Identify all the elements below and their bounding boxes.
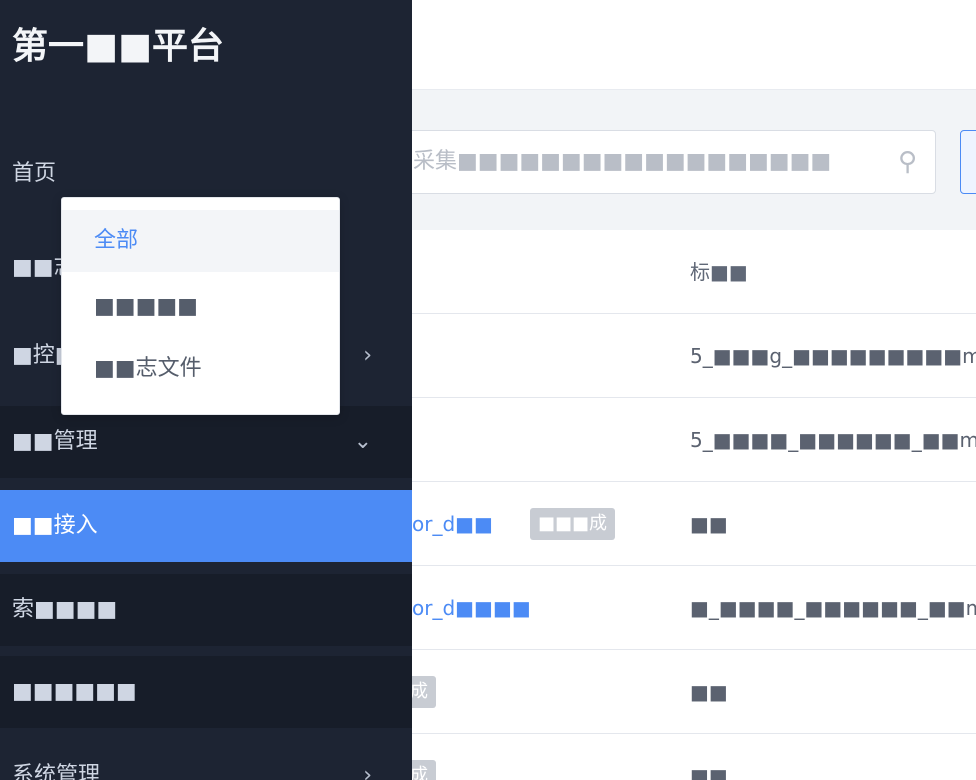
table-row[interactable]: 5_■■■■_■■■■■■_■■mo7	[412, 398, 976, 482]
dropdown-option[interactable]: ■■■■■	[62, 276, 339, 338]
collector-name-link[interactable]: or_d■■■■	[412, 566, 531, 650]
search-input-value: 采集■■■■■■■■■■■■■■■■■■	[413, 149, 832, 174]
table-cell: ■_■■■■_■■■■■■_■■mo7	[690, 596, 976, 620]
chevron-right-icon: ›	[363, 343, 372, 368]
sidebar-item-label: 首页	[12, 161, 57, 186]
sidebar-item-label: ■■■■■■	[12, 679, 137, 704]
table-row[interactable]: 5_■■■g_■■■■■■■■■mo7	[412, 314, 976, 398]
primary-button[interactable]	[960, 130, 976, 194]
column-header: 标■■	[690, 260, 748, 284]
table-cell: 5_■■■■_■■■■■■_■■mo7	[690, 428, 976, 452]
sidebar-item-access[interactable]: ■■接入	[0, 490, 412, 562]
page-header	[412, 0, 976, 90]
type-filter-dropdown: 全部 ■■■■■ ■■志文件	[61, 197, 340, 415]
status-badge: ■■■成	[530, 508, 616, 540]
status-badge: 成	[412, 676, 436, 708]
sidebar-item-label: 索■■■■	[12, 597, 118, 622]
table-row[interactable]: 成 ■■	[412, 650, 976, 734]
chevron-down-icon: ⌄	[353, 429, 372, 454]
sidebar-item-other[interactable]: ■■■■■■	[0, 656, 412, 728]
dropdown-option-all[interactable]: 全部	[62, 210, 339, 272]
search-icon[interactable]: ⚲	[898, 131, 917, 193]
sidebar-item-system[interactable]: 系统管理 ›	[0, 740, 412, 780]
table-cell: ■■	[690, 680, 728, 704]
table-cell: 5_■■■g_■■■■■■■■■mo7	[690, 344, 976, 368]
table-cell: ■■	[690, 764, 728, 780]
search-input[interactable]: 采集■■■■■■■■■■■■■■■■■■ ⚲	[412, 130, 936, 194]
main-content: 采集■■■■■■■■■■■■■■■■■■ ⚲ 标■■ 5_■■■g_■■■■■■…	[412, 0, 976, 780]
sidebar-item-index[interactable]: 索■■■■	[0, 574, 412, 646]
sidebar-item-label: 系统管理	[12, 763, 101, 780]
chevron-right-icon: ›	[363, 763, 372, 780]
status-badge: 成	[412, 760, 436, 780]
table-row[interactable]: 成 ■■	[412, 734, 976, 780]
table-row[interactable]: or_d■■■■ ■_■■■■_■■■■■■_■■mo7	[412, 566, 976, 650]
sidebar-item-label: ■■管理	[12, 429, 98, 454]
table-row[interactable]: or_d■■ ■■■成 ■■	[412, 482, 976, 566]
table-header: 标■■	[412, 230, 976, 314]
toolbar: 采集■■■■■■■■■■■■■■■■■■ ⚲	[412, 90, 976, 230]
collector-name-link[interactable]: or_d■■	[412, 482, 493, 566]
sidebar-item-label: ■■接入	[12, 513, 98, 538]
dropdown-option-log-file[interactable]: ■■志文件	[62, 338, 339, 400]
app-logo: 第一■■平台	[12, 26, 225, 67]
sidebar-item-management[interactable]: ■■管理 ⌄	[0, 406, 412, 478]
table-cell: ■■	[690, 512, 728, 536]
